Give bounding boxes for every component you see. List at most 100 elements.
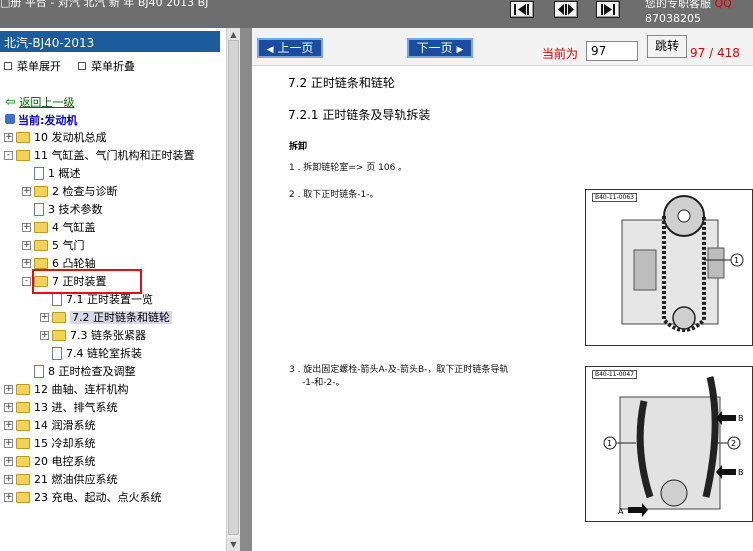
expand-menu-button[interactable]: 菜单展开 (4, 58, 61, 74)
tree-item-label: 20 电控系统 (34, 455, 96, 468)
expand-node-icon[interactable]: + (40, 330, 49, 340)
expand-node-icon[interactable]: + (40, 312, 49, 322)
collapse-node-icon[interactable]: - (4, 150, 13, 160)
document-icon (34, 364, 44, 378)
next-page-button[interactable]: 下一页 ▶ (407, 38, 473, 58)
tree-item[interactable]: - 11 气缸盖、气门机构和正时装置 (4, 147, 195, 165)
tree-item[interactable]: 1 概述 (22, 165, 81, 183)
expand-node-icon[interactable]: + (4, 384, 13, 394)
expand-node-icon[interactable]: + (22, 222, 31, 232)
tree-item-label: 10 发动机总成 (34, 131, 107, 144)
folder-icon (52, 329, 66, 341)
doc-heading: 7.2 正时链条和链轮 (288, 76, 395, 90)
callout-1: 1 (607, 439, 612, 448)
scrollbar-thumb[interactable] (228, 40, 239, 535)
back-link[interactable]: ⇦ 返回上一级 (5, 94, 74, 110)
folder-icon (16, 149, 30, 161)
expand-node-icon[interactable]: + (4, 474, 13, 484)
service-label: 您的专职客服 QQ (645, 0, 732, 11)
tree-item-label: 21 燃油供应系统 (34, 473, 118, 486)
page-count: 97 / 418 (690, 46, 740, 60)
window-title: □册 平台 - 对汽 北汽 新 年 BJ40 2013 BJ (0, 0, 209, 9)
folder-icon (16, 437, 30, 449)
prev-page-button[interactable]: ◀ 上一页 (257, 38, 323, 58)
tree-item-label: 7.4 链轮室拆装 (66, 347, 142, 360)
tree-item-label: 23 充电、起动、点火系统 (34, 491, 162, 504)
folder-icon (34, 239, 48, 251)
tree-item[interactable]: +2 检查与诊断 (22, 183, 118, 201)
tree-item[interactable]: +5 气门 (22, 237, 85, 255)
tree-item[interactable]: +4 气缸盖 (22, 219, 96, 237)
tree-item[interactable]: +10 发动机总成 (4, 129, 107, 147)
callout-B2: B (738, 468, 744, 477)
expand-node-icon[interactable]: + (4, 492, 13, 502)
tree-item-label: 7.2 正时链条和链轮 (70, 311, 172, 324)
collapse-menu-button[interactable]: 菜单折叠 (78, 58, 135, 74)
tree-item-label: 5 气门 (52, 239, 85, 252)
folder-icon (16, 419, 30, 431)
step-2: 2 . 取下正时链条-1-。 (289, 190, 379, 200)
current-page-label: 当前为 (542, 47, 579, 61)
tree-item-label: 3 技术参数 (48, 203, 103, 216)
expand-node-icon[interactable]: + (4, 132, 13, 142)
timing-chain-illustration: 1 (621, 195, 744, 332)
tree-item[interactable]: +15 冷却系统 (4, 435, 96, 453)
folder-icon (16, 383, 30, 395)
first-page-icon[interactable] (510, 1, 534, 18)
panel-divider[interactable] (240, 28, 252, 551)
tree-item[interactable]: +7.2 正时链条和链轮 (40, 309, 172, 327)
tree-item-label: 12 曲轴、连杆机构 (34, 383, 129, 396)
expand-node-icon[interactable]: + (4, 438, 13, 448)
figure-chain-guides: B40-11-0047 1 2 A B B (585, 366, 753, 522)
jump-button[interactable]: 跳转 (647, 35, 687, 58)
sidebar: 北汽-BJ40-2013 菜单展开 菜单折叠 ⇦ 返回上一级 当前:发动机 +1… (0, 28, 240, 551)
tree-item-label: 2 检查与诊断 (52, 185, 118, 198)
title-bar: □册 平台 - 对汽 北汽 新 年 BJ40 2013 BJ 您的专职客服 QQ… (0, 0, 753, 28)
highlight-box (32, 269, 142, 294)
tree-item-label: 1 概述 (48, 167, 81, 180)
expand-node-icon[interactable]: + (4, 420, 13, 430)
expand-node-icon[interactable]: + (22, 258, 31, 268)
document-icon (52, 292, 62, 306)
folder-icon (34, 257, 48, 269)
pager-bar: ◀ 上一页 下一页 ▶ 当前为 跳转 97 / 418 (252, 28, 753, 66)
folder-icon (34, 221, 48, 233)
tree-item[interactable]: +14 润滑系统 (4, 417, 96, 435)
collapse-icon (78, 62, 86, 70)
callout-1: 1 (734, 256, 739, 265)
tree-item[interactable]: 7.4 链轮室拆装 (40, 345, 142, 363)
tree-item-label: 13 进、排气系统 (34, 401, 118, 414)
tree-item[interactable]: +23 充电、起动、点火系统 (4, 489, 162, 507)
tree-item[interactable]: +7.3 链条张紧器 (40, 327, 146, 345)
tree-item[interactable]: 3 技术参数 (22, 201, 103, 219)
sidebar-scrollbar[interactable]: ▲ ▼ (226, 28, 240, 551)
chain-guides-illustration: 1 2 A B B (603, 376, 744, 517)
collapse-node-icon[interactable]: - (22, 276, 31, 286)
callout-2: 2 (731, 439, 736, 448)
folder-icon (16, 131, 30, 143)
figure-id: B40-11-0063 (592, 193, 637, 202)
qq-link[interactable]: QQ (715, 0, 732, 10)
tree-item[interactable]: +13 进、排气系统 (4, 399, 118, 417)
tree-item[interactable]: +20 电控系统 (4, 453, 96, 471)
step-3-cont: -1-和-2-。 (302, 378, 345, 388)
expand-node-icon[interactable]: + (4, 402, 13, 412)
split-view-icon[interactable] (554, 1, 578, 18)
page-number-input[interactable] (586, 41, 638, 61)
tree-item-label: 4 气缸盖 (52, 221, 96, 234)
callout-A: A (618, 507, 624, 516)
sidebar-title: 北汽-BJ40-2013 (0, 31, 220, 52)
tree-item[interactable]: +12 曲轴、连杆机构 (4, 381, 129, 399)
current-section: 当前:发动机 (5, 112, 77, 128)
document-icon (34, 202, 44, 216)
back-arrow-icon: ⇦ (5, 95, 16, 110)
expand-node-icon[interactable]: + (22, 186, 31, 196)
step-1: 1 . 拆卸链轮室=> 页 106 。 (289, 163, 408, 173)
expand-node-icon[interactable]: + (22, 240, 31, 250)
current-icon (5, 114, 15, 124)
expand-node-icon[interactable]: + (4, 456, 13, 466)
scroll-down-icon[interactable]: ▼ (227, 538, 240, 551)
last-page-icon[interactable] (596, 1, 620, 18)
tree-item[interactable]: +21 燃油供应系统 (4, 471, 118, 489)
tree-item[interactable]: 8 正时检查及调整 (22, 363, 136, 381)
